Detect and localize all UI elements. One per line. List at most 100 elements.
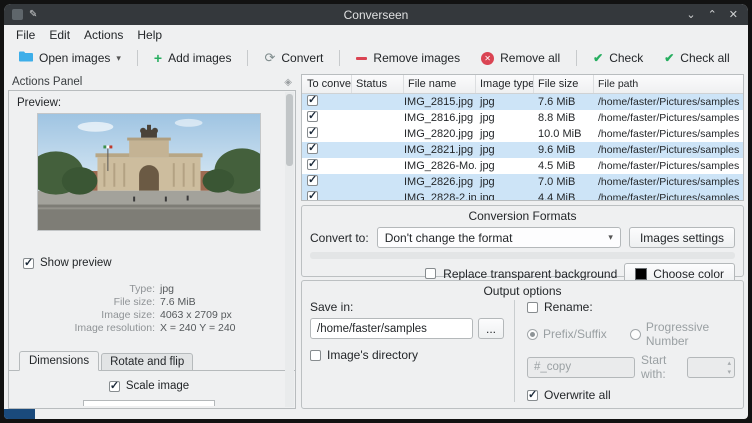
- chevron-down-icon[interactable]: ▾: [116, 53, 121, 64]
- close-icon[interactable]: ✕: [729, 8, 738, 21]
- open-images-button[interactable]: Open images ▾: [10, 48, 130, 68]
- rename-pattern-input[interactable]: [527, 357, 635, 378]
- actions-tabbar: Dimensions Rotate and flip: [17, 351, 281, 371]
- col-status[interactable]: Status: [352, 75, 404, 93]
- remove-images-button[interactable]: Remove images: [347, 48, 469, 68]
- tab-rotate-flip[interactable]: Rotate and flip: [101, 353, 193, 371]
- toolbar: Open images ▾ + Add images ⟳ Convert Rem…: [4, 45, 748, 71]
- row-filepath: /home/faster/Pictures/samples: [594, 112, 743, 124]
- remove-all-button[interactable]: ✕ Remove all: [472, 48, 569, 68]
- row-filename: IMG_2826.jpg: [404, 176, 476, 188]
- col-file-name[interactable]: File name: [404, 75, 476, 93]
- minus-icon: [356, 57, 367, 60]
- add-images-button[interactable]: + Add images: [145, 48, 241, 68]
- actions-panel-title: Actions Panel: [12, 76, 82, 88]
- row-filename: IMG_2815.jpg: [404, 96, 476, 108]
- meta-filesize-label: File size:: [17, 296, 155, 309]
- prefix-suffix-radio[interactable]: [527, 329, 538, 340]
- check-icon: ✔: [593, 51, 603, 65]
- start-with-spinner[interactable]: ▴▾: [687, 357, 735, 378]
- row-checkbox[interactable]: [307, 143, 318, 154]
- row-filesize: 4.5 MiB: [534, 160, 594, 172]
- table-row[interactable]: IMG_2821.jpg jpg 9.6 MiB /home/faster/Pi…: [302, 142, 743, 158]
- browse-button[interactable]: ...: [478, 318, 504, 339]
- table-row[interactable]: IMG_2815.jpg jpg 7.6 MiB /home/faster/Pi…: [302, 94, 743, 110]
- save-path-input[interactable]: [310, 318, 473, 339]
- prefix-suffix-label: Prefix/Suffix: [543, 327, 607, 341]
- row-filepath: /home/faster/Pictures/samples: [594, 128, 743, 140]
- row-filepath: /home/faster/Pictures/samples: [594, 96, 743, 108]
- file-table-body: IMG_2815.jpg jpg 7.6 MiB /home/faster/Pi…: [302, 94, 743, 201]
- panel-scrollbar-handle[interactable]: [286, 94, 293, 166]
- row-checkbox[interactable]: [307, 175, 318, 186]
- menu-file[interactable]: File: [9, 26, 42, 44]
- spinner-arrows-icon[interactable]: ▴▾: [727, 359, 731, 377]
- row-filepath: /home/faster/Pictures/samples: [594, 160, 743, 172]
- menubar: File Edit Actions Help: [4, 25, 748, 45]
- row-filepath: /home/faster/Pictures/samples: [594, 176, 743, 188]
- table-row[interactable]: IMG_2820.jpg jpg 10.0 MiB /home/faster/P…: [302, 126, 743, 142]
- actions-panel-body: Preview:: [8, 90, 296, 409]
- table-row[interactable]: IMG_2828-2.jpg jpg 4.4 MiB /home/faster/…: [302, 190, 743, 201]
- scale-width-field[interactable]: [83, 400, 215, 406]
- show-preview-label: Show preview: [40, 257, 112, 269]
- check-button[interactable]: ✔ Check: [584, 48, 652, 68]
- row-filesize: 7.0 MiB: [534, 176, 594, 188]
- image-metadata: Type:jpg File size:7.6 MiB Image size:40…: [17, 283, 281, 335]
- check-all-label: Check all: [680, 51, 729, 65]
- plus-icon: +: [154, 53, 162, 63]
- overwrite-all-checkbox[interactable]: [527, 390, 538, 401]
- format-select[interactable]: Don't change the format ▾: [377, 227, 621, 248]
- progressive-number-radio[interactable]: [630, 329, 641, 340]
- menu-help[interactable]: Help: [130, 26, 169, 44]
- scale-image-checkbox[interactable]: [109, 381, 120, 392]
- menu-edit[interactable]: Edit: [42, 26, 77, 44]
- minimize-icon[interactable]: ⌄: [686, 8, 695, 21]
- row-imagetype: jpg: [476, 112, 534, 124]
- panel-scrollbar[interactable]: [285, 92, 294, 407]
- table-row[interactable]: IMG_2826-Mo... jpg 4.5 MiB /home/faster/…: [302, 158, 743, 174]
- col-image-type[interactable]: Image type: [476, 75, 534, 93]
- file-table: To convert Status File name Image type F…: [301, 74, 744, 201]
- replace-background-checkbox[interactable]: [425, 268, 436, 279]
- row-imagetype: jpg: [476, 192, 534, 201]
- main-area: Actions Panel ◈ Preview:: [4, 71, 748, 409]
- row-imagetype: jpg: [476, 96, 534, 108]
- edit-pencil-icon: ✎: [29, 9, 37, 20]
- show-preview-row: Show preview: [23, 257, 281, 269]
- show-preview-checkbox[interactable]: [23, 258, 34, 269]
- row-filename: IMG_2821.jpg: [404, 144, 476, 156]
- conversion-formats-title: Conversion Formats: [302, 206, 743, 223]
- meta-imagesize-value: 4063 x 2709 px: [160, 309, 232, 322]
- row-checkbox[interactable]: [307, 111, 318, 122]
- row-filesize: 4.4 MiB: [534, 192, 594, 201]
- titlebar: ✎ Converseen ⌄ ⌃ ✕: [4, 4, 748, 25]
- col-file-path[interactable]: File path: [594, 75, 743, 93]
- row-checkbox[interactable]: [307, 127, 318, 138]
- convert-to-label: Convert to:: [310, 231, 369, 245]
- output-options-title: Output options: [302, 281, 743, 298]
- tab-dimensions[interactable]: Dimensions: [19, 351, 99, 371]
- table-row[interactable]: IMG_2816.jpg jpg 8.8 MiB /home/faster/Pi…: [302, 110, 743, 126]
- col-to-convert[interactable]: To convert: [302, 75, 352, 93]
- images-settings-button[interactable]: Images settings: [629, 227, 735, 248]
- check-all-button[interactable]: ✔ Check all: [655, 48, 738, 68]
- progressive-number-label: Progressive Number: [646, 320, 735, 348]
- col-file-size[interactable]: File size: [534, 75, 594, 93]
- images-directory-checkbox[interactable]: [310, 350, 321, 361]
- panel-float-icon[interactable]: ◈: [284, 77, 292, 88]
- row-checkbox[interactable]: [307, 95, 318, 106]
- maximize-icon[interactable]: ⌃: [708, 8, 717, 21]
- save-in-label: Save in:: [310, 300, 504, 314]
- row-filepath: /home/faster/Pictures/samples: [594, 192, 743, 201]
- output-options-group: Output options Save in: ... Image's dire…: [301, 280, 744, 409]
- row-checkbox[interactable]: [307, 191, 318, 201]
- meta-type-label: Type:: [17, 283, 155, 296]
- convert-button[interactable]: ⟳ Convert: [255, 48, 332, 68]
- start-with-label: Start with:: [641, 353, 681, 381]
- rename-checkbox[interactable]: [527, 302, 538, 313]
- table-row[interactable]: IMG_2826.jpg jpg 7.0 MiB /home/faster/Pi…: [302, 174, 743, 190]
- row-checkbox[interactable]: [307, 159, 318, 170]
- menu-actions[interactable]: Actions: [77, 26, 130, 44]
- toolbar-separator: [339, 50, 340, 66]
